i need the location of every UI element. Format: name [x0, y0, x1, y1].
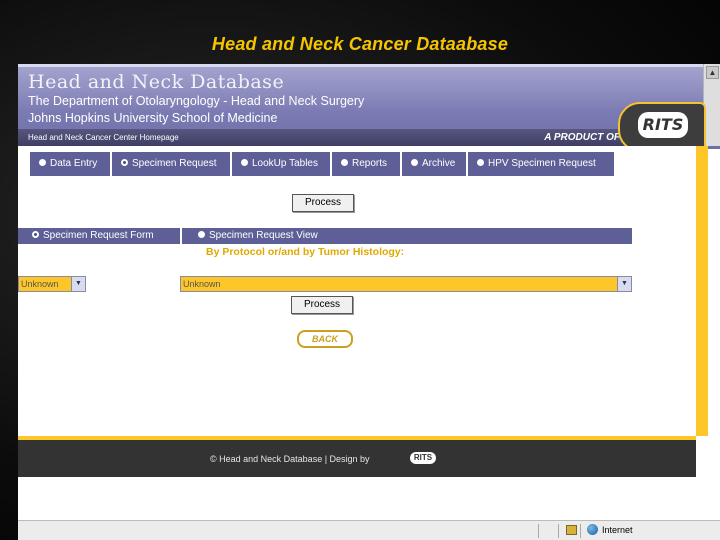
security-zone-label: Internet	[602, 525, 633, 535]
school-name: Johns Hopkins University School of Medic…	[28, 111, 278, 125]
request-subtabs: Specimen Request Form Specimen Request V…	[18, 228, 632, 244]
chevron-down-icon[interactable]: ▼	[71, 277, 85, 291]
tab-label: Data Entry	[50, 158, 98, 169]
radio-icon	[198, 230, 205, 238]
slide-title: Head and Neck Cancer Dataabase	[211, 34, 509, 54]
tab-data-entry[interactable]: Data Entry	[30, 152, 112, 176]
radio-selected-icon	[121, 158, 128, 166]
tab-reports[interactable]: Reports	[332, 152, 402, 176]
tab-archive[interactable]: Archive	[402, 152, 468, 176]
browser-window: Head and Neck Database The Department of…	[18, 64, 720, 540]
footer-copyright: © Head and Neck Database | Design by	[210, 454, 370, 464]
internet-zone-icon	[587, 524, 598, 535]
rits-logo: RITS	[618, 102, 706, 152]
radio-icon	[411, 158, 418, 166]
lock-icon	[566, 525, 577, 535]
subtab-label: Specimen Request View	[209, 230, 318, 241]
site-title: Head and Neck Database	[28, 71, 285, 93]
tab-specimen-request[interactable]: Specimen Request	[112, 152, 232, 176]
tab-label: Archive	[422, 158, 456, 169]
radio-icon	[341, 158, 348, 166]
radio-selected-icon	[32, 230, 39, 238]
scroll-up-icon[interactable]: ▲	[706, 66, 719, 79]
filter-heading: By Protocol or/and by Tumor Histology:	[206, 246, 405, 258]
radio-icon	[477, 158, 484, 166]
main-content: Data Entry Specimen Request LookUp Table…	[18, 146, 708, 436]
tab-lookup-tables[interactable]: LookUp Tables	[232, 152, 332, 176]
subtab-label: Specimen Request Form	[43, 230, 154, 241]
footer-rits-logo: RITS	[410, 452, 436, 464]
tab-hpv-specimen-request[interactable]: HPV Specimen Request	[468, 152, 616, 176]
back-button[interactable]: BACK	[297, 330, 353, 348]
tab-label: Specimen Request	[132, 158, 217, 169]
back-label: BACK	[312, 334, 338, 344]
tab-label: LookUp Tables	[252, 158, 318, 169]
tab-label: HPV Specimen Request	[488, 158, 596, 169]
browser-status-bar: Internet	[18, 520, 720, 540]
process-button-bottom[interactable]: Process	[291, 296, 353, 314]
tab-label: Reports	[352, 158, 388, 169]
home-link[interactable]: Head and Neck Cancer Center Homepage	[28, 129, 179, 146]
home-bar: Head and Neck Cancer Center Homepage A P…	[18, 129, 626, 146]
status-divider	[580, 524, 581, 538]
rits-logo-text: RITS	[638, 112, 688, 138]
histology-select[interactable]: Unknown ▼	[180, 276, 632, 292]
subtab-divider	[180, 228, 182, 244]
subtab-specimen-request-form[interactable]: Specimen Request Form	[18, 228, 180, 244]
protocol-select[interactable]: Unknown ▼	[18, 276, 86, 292]
radio-icon	[39, 158, 46, 166]
chevron-down-icon[interactable]: ▼	[617, 277, 631, 291]
process-button-top[interactable]: Process	[292, 194, 354, 212]
site-footer: © Head and Neck Database | Design by RIT…	[18, 440, 696, 477]
status-divider	[538, 524, 539, 538]
status-divider	[558, 524, 559, 538]
product-of-label: A PRODUCT OF	[544, 132, 620, 143]
subtab-specimen-request-view[interactable]: Specimen Request View	[184, 228, 384, 244]
protocol-select-value: Unknown	[21, 279, 59, 289]
histology-select-value: Unknown	[183, 279, 221, 289]
department-name: The Department of Otolaryngology - Head …	[28, 94, 365, 108]
radio-icon	[241, 158, 248, 166]
